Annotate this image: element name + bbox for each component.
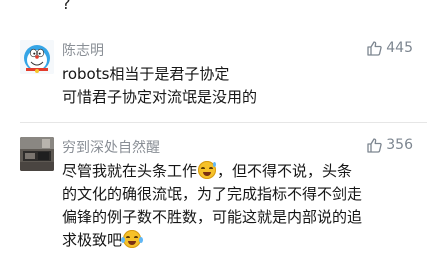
comment-line: 尽管我就在头条工作 ，但不得不说，头条	[62, 160, 414, 183]
like-count: 445	[386, 40, 413, 56]
user-avatar[interactable]	[20, 137, 54, 171]
previous-comment-tail: ?	[0, 0, 427, 22]
comment-text-part: 求极致吧	[62, 231, 123, 249]
like-button[interactable]: 356	[366, 137, 413, 153]
thumbs-up-icon	[367, 138, 382, 153]
laugh-cry-emoji-icon	[121, 230, 144, 248]
user-avatar[interactable]	[20, 40, 54, 74]
sweat-smile-emoji-icon	[198, 161, 217, 179]
like-count: 356	[386, 137, 413, 153]
like-button[interactable]: 445	[366, 40, 413, 56]
thumbs-up-icon	[367, 41, 382, 56]
username[interactable]: 陈志明	[62, 40, 104, 60]
comment-line: 偏锋的例子数不胜数，可能这就是内部说的追	[62, 208, 363, 226]
username[interactable]: 穷到深处自然醒	[62, 137, 160, 157]
room-photo-avatar-icon	[20, 137, 54, 171]
comment-text: 尽管我就在头条工作 ，但不得不说，头条 的文化的确很流氓，为了完成指标不得不剑走 …	[62, 160, 414, 252]
doraemon-avatar-icon	[20, 40, 54, 74]
comment-line: 可惜君子协定对流氓是没用的	[62, 88, 258, 106]
comment-text-part: ，但不得不说，头条	[217, 162, 353, 180]
comment-text: robots相当于是君子协定 可惜君子协定对流氓是没用的	[62, 63, 414, 109]
comment-line: 求极致吧	[62, 229, 414, 252]
comment-text-part: 尽管我就在头条工作	[62, 162, 198, 180]
previous-comment-text: ?	[62, 0, 71, 13]
comment-line: 的文化的确很流氓，为了完成指标不得不剑走	[62, 185, 363, 203]
comment-line: robots相当于是君子协定	[62, 65, 230, 83]
comment-divider	[20, 122, 427, 123]
